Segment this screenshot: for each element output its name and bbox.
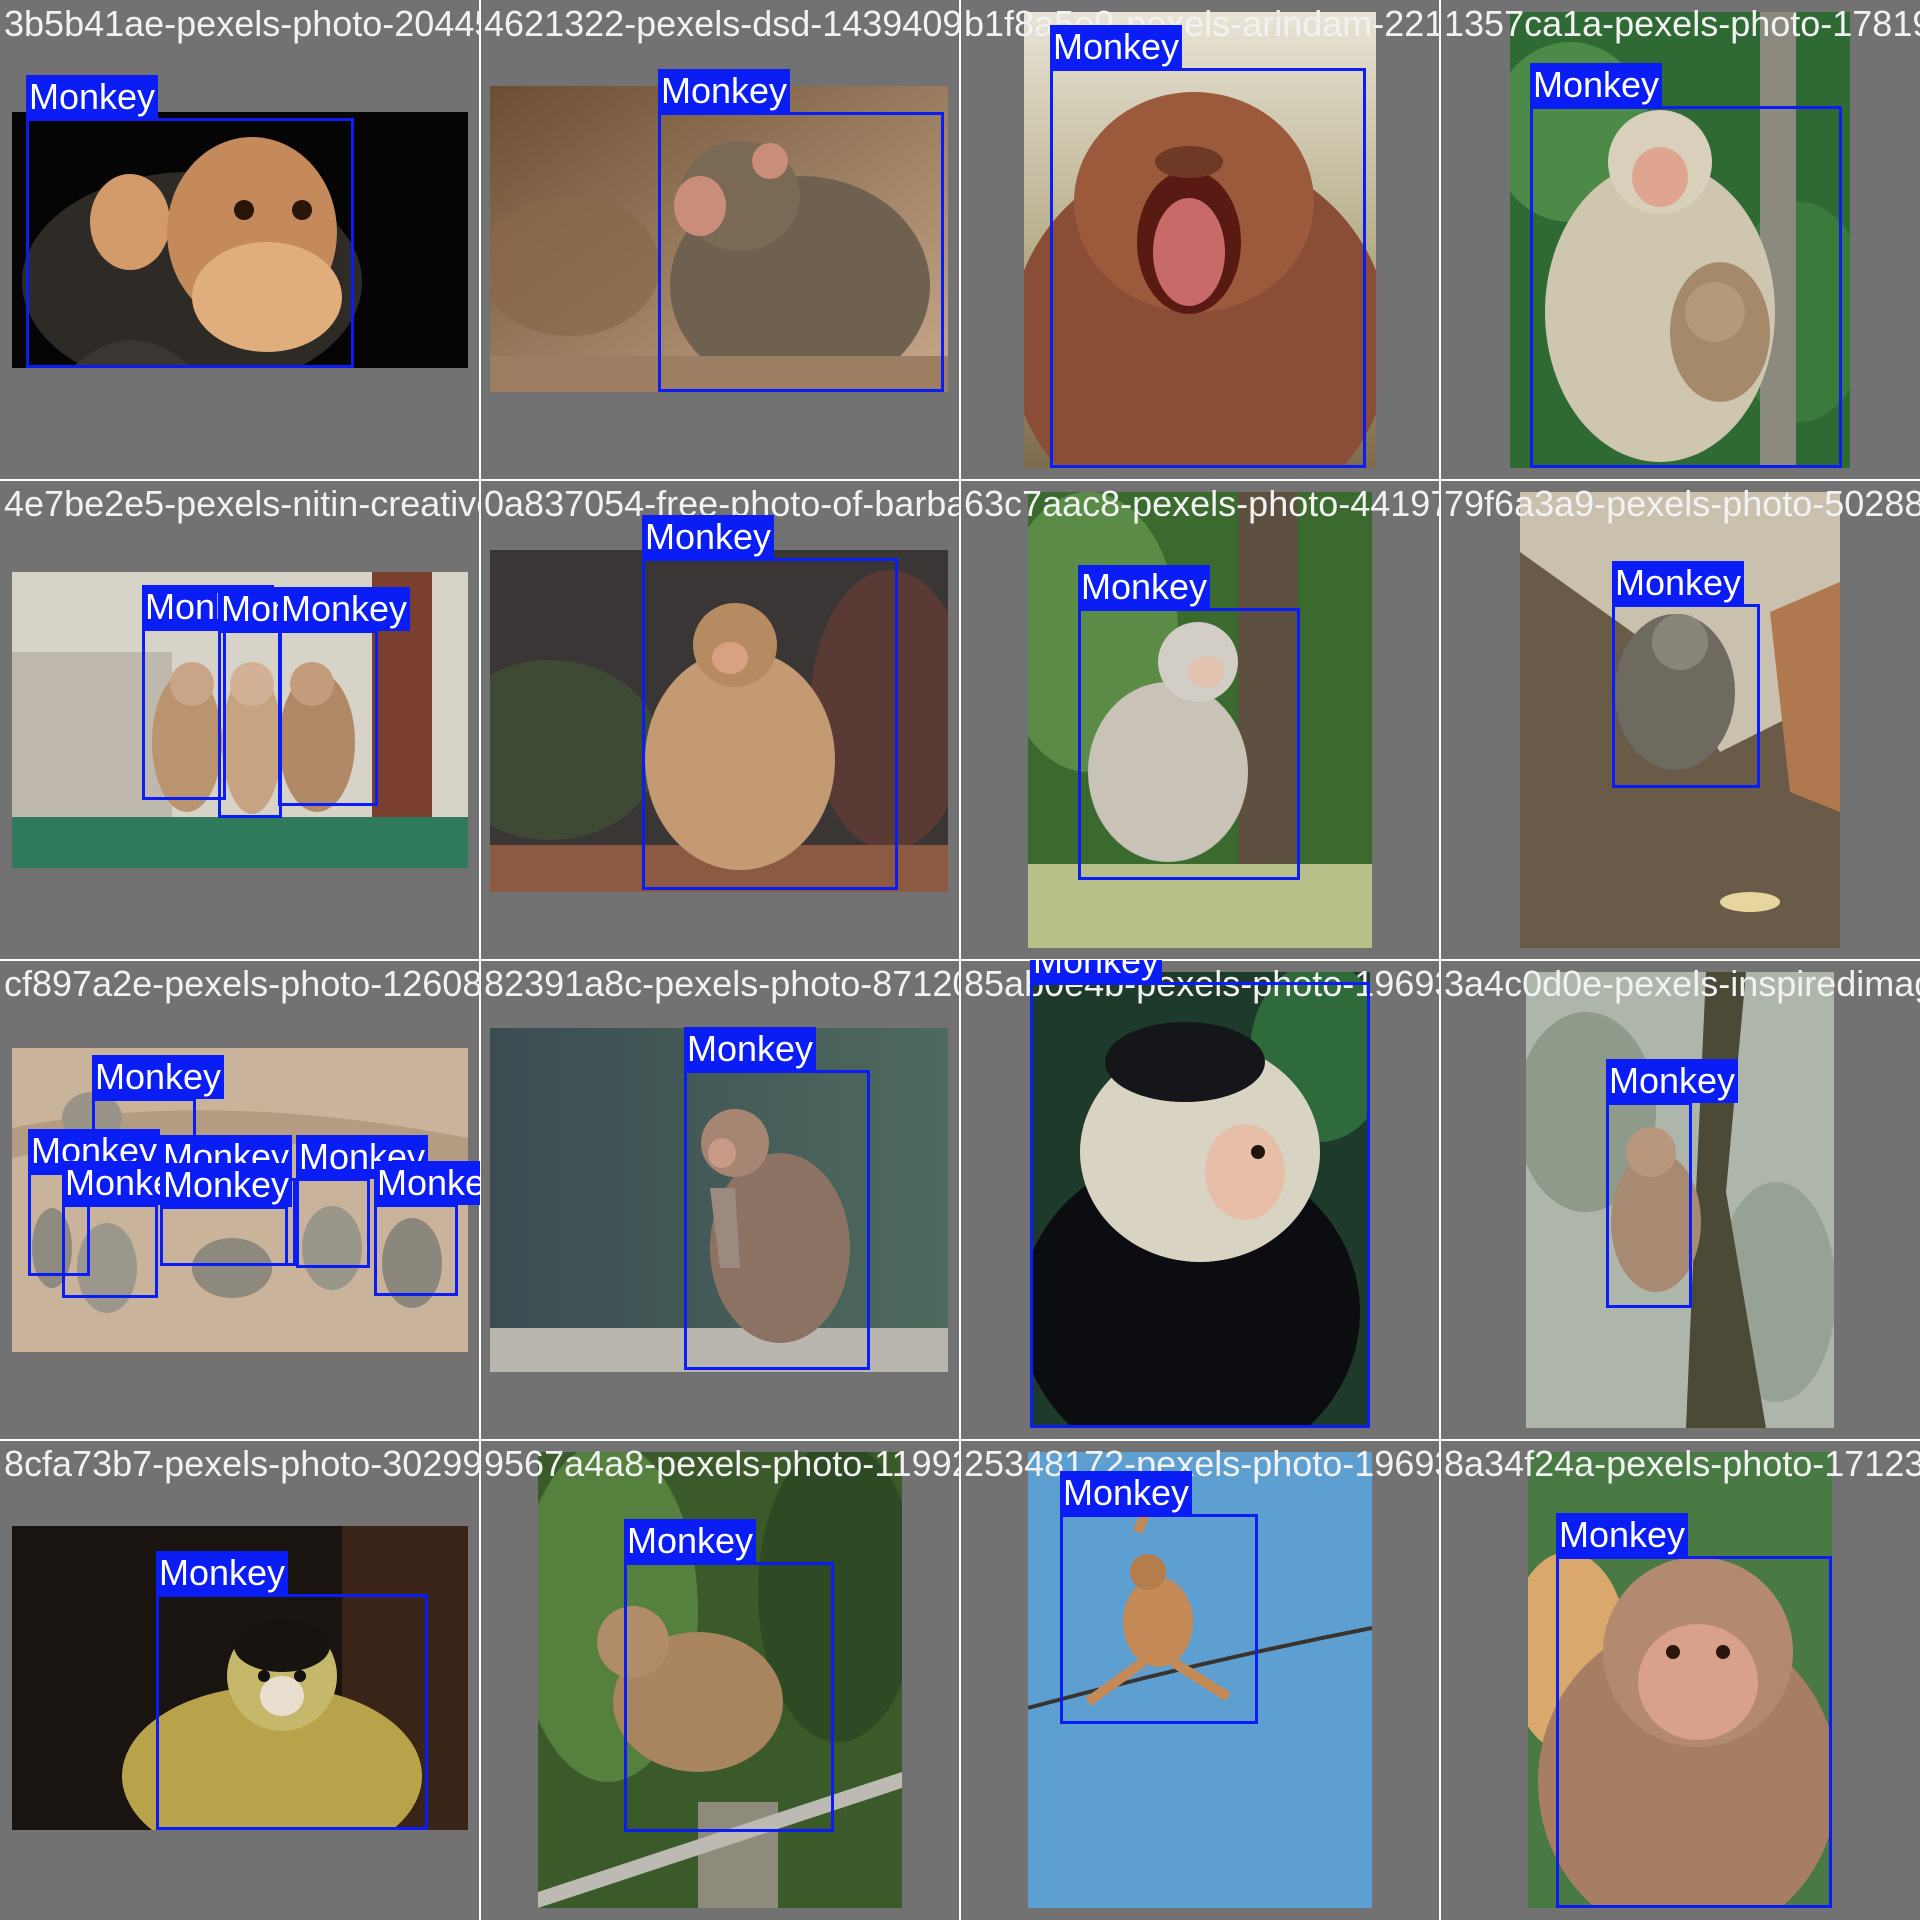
- detection-box: Monkey: [278, 587, 411, 806]
- tile-filename: 4621322-pexels-dsd-1439409.jpeg: [484, 3, 960, 44]
- tile-8: 79f6a3a9-pexels-photo-5028821.jpeg Monke…: [1440, 480, 1920, 960]
- tile-filename: 3b5b41ae-pexels-photo-2044513.jpeg: [4, 3, 480, 44]
- detection-label: Monkey: [624, 1519, 757, 1563]
- detection-box: Monkey: [160, 1163, 293, 1266]
- tile-6: 0a837054-free-photo-of-barbary-macaque.j…: [480, 480, 960, 960]
- detection-label: Monkey: [156, 1551, 289, 1595]
- detection-box: Monkey: [1606, 1059, 1739, 1308]
- detection-label: Monkey: [1030, 960, 1163, 983]
- detection-label: Monkey: [1612, 561, 1745, 605]
- detection-box: Monkey: [1050, 25, 1366, 468]
- tile-5: 4e7be2e5-pexels-nitin-creative-2240574.j…: [0, 480, 480, 960]
- detection-box: Monkey: [296, 1135, 429, 1268]
- detection-box: Monkey: [26, 75, 354, 368]
- detection-label: Monkey: [1050, 25, 1183, 69]
- detection-box: Monkey: [1030, 960, 1370, 1428]
- tile-14: 9567a4a8-pexels-photo-11992534.jpeg Monk…: [480, 1440, 960, 1920]
- tile-filename: 8cfa73b7-pexels-photo-3029951.jpeg: [4, 1443, 480, 1484]
- detection-box: Monkey: [142, 585, 275, 800]
- detection-label: Monkey: [684, 1027, 817, 1071]
- detection-box: Monkey: [624, 1519, 834, 1832]
- tile-filename: cf897a2e-pexels-photo-12608391.jpeg: [4, 963, 480, 1004]
- detection-box: Monkey: [156, 1551, 428, 1830]
- detection-label: Monkey: [642, 515, 775, 559]
- detection-label: Monkey: [658, 69, 791, 113]
- detection-box: Monkey: [1078, 565, 1300, 880]
- tile-2: 4621322-pexels-dsd-1439409.jpeg Monk: [480, 0, 960, 480]
- tile-10: 82391a8c-pexels-photo-8712085.jpeg Monke…: [480, 960, 960, 1440]
- tile-15: 25348172-pexels-photo-1969365.jpeg Monke…: [960, 1440, 1440, 1920]
- detection-mosaic: 3b5b41ae-pexels-photo-2044513.jpeg Monke…: [0, 0, 1920, 1920]
- detection-label: Monkey: [374, 1161, 480, 1205]
- tile-7: 63c7aac8-pexels-photo-4419766.jpeg Monke…: [960, 480, 1440, 960]
- detection-label: Monkey: [92, 1055, 225, 1099]
- tile-11: 85ab0e4b-pexels-photo-1969324.jpeg Monke…: [960, 960, 1440, 1440]
- tile-9: cf897a2e-pexels-photo-12608391.jpeg Monk…: [0, 960, 480, 1440]
- detection-box: Monkey: [374, 1161, 480, 1296]
- detection-box: Monkey: [684, 1027, 870, 1370]
- detection-box: Monkey: [642, 515, 898, 890]
- tile-12: 3a4c0d0e-pexels-inspiredimages.jpeg Monk…: [1440, 960, 1920, 1440]
- tile-13: 8cfa73b7-pexels-photo-3029951.jpeg Monke…: [0, 1440, 480, 1920]
- detection-label: Monkey: [26, 75, 159, 119]
- tile-filename: 82391a8c-pexels-photo-8712085.jpeg: [484, 963, 960, 1004]
- detection-label: Monkey: [1530, 63, 1663, 107]
- tile-1: 3b5b41ae-pexels-photo-2044513.jpeg Monke…: [0, 0, 480, 480]
- detection-box: Monkey: [1612, 561, 1760, 788]
- detection-label: Monkey: [278, 587, 411, 631]
- detection-label: Monkey: [1060, 1471, 1193, 1515]
- detection-box: Monkey: [62, 1161, 195, 1298]
- detection-box: Monkey: [1530, 63, 1842, 468]
- detection-box: Monkey: [1060, 1471, 1258, 1724]
- tile-3: b1f8a5e9-pexels-arindam-2215521.jpeg: [960, 0, 1440, 480]
- tile-filename: 4e7be2e5-pexels-nitin-creative-2240574.j…: [4, 483, 480, 524]
- detection-box: Monkey: [1556, 1513, 1832, 1908]
- grid-divider-horizontal: [0, 1439, 1920, 1441]
- detection-label: Monkey: [1078, 565, 1211, 609]
- grid-divider-horizontal: [0, 479, 1920, 481]
- tile-4: 1357ca1a-pexels-photo-1781957.jpeg Monke…: [1440, 0, 1920, 480]
- detection-label: Monkey: [160, 1163, 293, 1207]
- detection-box: Monkey: [218, 587, 351, 818]
- tile-16: 8a34f24a-pexels-photo-1712345.jpeg Monke…: [1440, 1440, 1920, 1920]
- grid-divider-horizontal: [0, 959, 1920, 961]
- detection-label: Monkey: [1606, 1059, 1739, 1103]
- detection-label: Monkey: [1556, 1513, 1689, 1557]
- detection-box: Monkey: [658, 69, 944, 392]
